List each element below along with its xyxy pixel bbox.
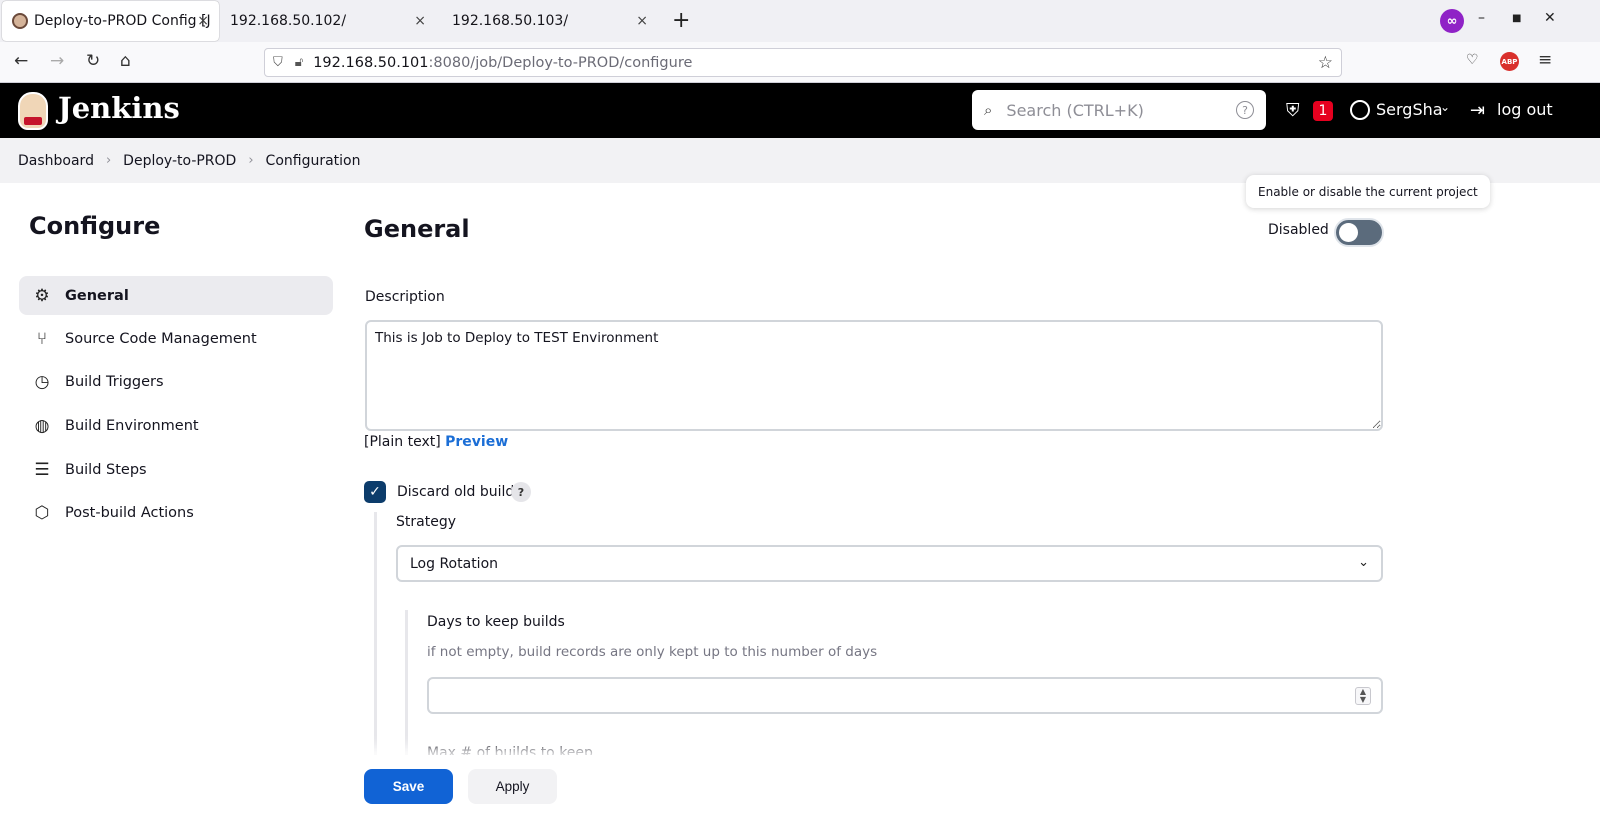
search-help-icon[interactable]: ? <box>1236 101 1254 119</box>
preview-link[interactable]: Preview <box>445 434 508 450</box>
sidebar-item-label: Post-build Actions <box>65 504 194 521</box>
window-close-icon[interactable]: ✕ <box>1544 10 1556 26</box>
minimize-icon[interactable]: – <box>1478 10 1485 26</box>
close-icon[interactable]: × <box>636 13 648 29</box>
sidebar-item-build-environment[interactable]: ◍ Build Environment <box>19 406 333 445</box>
security-shield-icon[interactable]: ⛨ <box>1286 100 1306 122</box>
url-path: :8080/job/Deploy-to-PROD/configure <box>428 54 693 71</box>
pocket-icon[interactable]: ♡ <box>1466 52 1479 68</box>
forward-icon[interactable]: → <box>50 51 64 71</box>
browser-nav-bar: ← → ↻ ⌂ ⛉ 🔓︎ 192.168.50.101:8080/job/Dep… <box>0 42 1600 83</box>
maximize-icon[interactable]: ■ <box>1512 13 1521 24</box>
sidebar-item-post-build-actions[interactable]: ⬡ Post-build Actions <box>19 493 333 532</box>
app-title[interactable]: Jenkins <box>58 91 180 125</box>
search-icon: ⌕ <box>984 101 993 119</box>
search-box[interactable]: ⌕ ? <box>972 90 1266 130</box>
chevron-down-icon[interactable]: ⌄ <box>1440 100 1450 114</box>
sidebar-item-label: Build Triggers <box>65 373 164 390</box>
tab-title: Deploy-to-PROD Config [J <box>34 13 211 29</box>
sidebar-item-label: General <box>65 287 129 304</box>
globe-icon: ◍ <box>34 415 50 436</box>
plain-text-label: [Plain text] <box>364 434 441 450</box>
logout-link[interactable]: log out <box>1497 100 1553 119</box>
close-icon[interactable]: × <box>414 13 426 29</box>
apply-button[interactable]: Apply <box>468 769 557 804</box>
subsection-indent-line <box>405 610 408 770</box>
strategy-label: Strategy <box>396 514 456 530</box>
toggle-tooltip: Enable or disable the current project <box>1246 175 1490 208</box>
section-title: General <box>364 215 470 243</box>
jenkins-logo-icon[interactable] <box>18 92 48 130</box>
help-icon[interactable]: ? <box>511 482 531 502</box>
tracking-shield-icon[interactable]: ⛉ <box>273 55 283 70</box>
new-tab-button[interactable]: + <box>672 8 690 34</box>
logout-icon[interactable]: ⇥ <box>1470 100 1485 121</box>
reload-icon[interactable]: ↻ <box>86 51 100 71</box>
private-browsing-icon: ∞ <box>1440 9 1464 33</box>
browser-tab-active[interactable]: Deploy-to-PROD Config [J × <box>2 1 219 41</box>
breadcrumb-job[interactable]: Deploy-to-PROD <box>123 153 236 169</box>
breadcrumb-dashboard[interactable]: Dashboard <box>18 153 94 169</box>
number-spinner-icon[interactable]: ▲ ▼ <box>1355 687 1371 705</box>
clock-icon: ◷ <box>34 371 50 392</box>
sidebar-item-source-code-management[interactable]: ⑂ Source Code Management <box>19 319 333 358</box>
chevron-down-icon: ⌄ <box>1358 555 1369 570</box>
discard-old-builds-checkbox[interactable]: ✓ <box>364 481 386 503</box>
save-button[interactable]: Save <box>364 769 453 804</box>
browser-tab[interactable]: 192.168.50.102/ × <box>218 1 438 41</box>
sidebar-item-general[interactable]: ⚙ General <box>19 276 333 315</box>
menu-icon[interactable]: ≡ <box>1538 50 1552 70</box>
tab-title: 192.168.50.102/ <box>230 13 347 29</box>
sidebar-title: Configure <box>29 212 161 240</box>
chevron-right-icon: › <box>248 153 254 168</box>
package-icon: ⬡ <box>34 502 50 523</box>
username-link[interactable]: SergSha <box>1376 100 1443 119</box>
jenkins-header: Jenkins ⌕ ? ⛨ 1 SergSha ⌄ ⇥ log out <box>0 83 1600 138</box>
adblock-plus-icon[interactable]: ABP <box>1500 52 1519 71</box>
search-input[interactable] <box>1006 100 1217 120</box>
security-badge[interactable]: 1 <box>1313 101 1333 121</box>
insecure-lock-icon[interactable]: 🔓︎ <box>295 55 303 70</box>
list-icon: ☰ <box>34 459 50 480</box>
description-label: Description <box>365 289 445 305</box>
section-indent-line <box>374 512 377 772</box>
user-avatar-icon[interactable] <box>1350 100 1370 120</box>
url-bar[interactable]: ⛉ 🔓︎ 192.168.50.101:8080/job/Deploy-to-P… <box>264 48 1342 77</box>
breadcrumb-configuration[interactable]: Configuration <box>266 153 361 169</box>
branch-icon: ⑂ <box>36 328 48 349</box>
days-to-keep-input[interactable]: ▲ ▼ <box>427 677 1383 714</box>
days-to-keep-label: Days to keep builds <box>427 614 565 630</box>
close-icon[interactable]: × <box>197 13 209 29</box>
enable-project-toggle[interactable] <box>1334 218 1384 247</box>
jenkins-favicon-icon <box>12 13 28 29</box>
sidebar-item-label: Source Code Management <box>65 330 257 347</box>
browser-tab-strip: Deploy-to-PROD Config [J × 192.168.50.10… <box>0 0 1600 42</box>
tab-title: 192.168.50.103/ <box>452 13 569 29</box>
sidebar-item-build-triggers[interactable]: ◷ Build Triggers <box>19 362 333 401</box>
description-format: [Plain text] Preview <box>364 434 508 450</box>
toggle-knob <box>1339 223 1358 242</box>
url-host: 192.168.50.101 <box>313 54 429 71</box>
days-to-keep-hint: if not empty, build records are only kep… <box>427 644 878 660</box>
browser-tab[interactable]: 192.168.50.103/ × <box>440 1 660 41</box>
sidebar-item-label: Build Steps <box>65 461 147 478</box>
gear-icon: ⚙ <box>34 285 50 306</box>
bookmark-star-icon[interactable]: ☆ <box>1318 53 1333 73</box>
strategy-selected-value: Log Rotation <box>410 555 499 572</box>
strategy-select[interactable]: Log Rotation ⌄ <box>396 545 1383 582</box>
sidebar-item-label: Build Environment <box>65 417 199 434</box>
enable-toggle-label: Disabled <box>1268 222 1329 238</box>
discard-old-builds-label[interactable]: Discard old builds <box>397 484 522 500</box>
description-textarea[interactable]: This is Job to Deploy to TEST Environmen… <box>365 320 1383 431</box>
back-icon[interactable]: ← <box>14 51 28 71</box>
home-icon[interactable]: ⌂ <box>120 51 131 71</box>
sidebar-item-build-steps[interactable]: ☰ Build Steps <box>19 450 333 489</box>
chevron-right-icon: › <box>105 153 112 168</box>
